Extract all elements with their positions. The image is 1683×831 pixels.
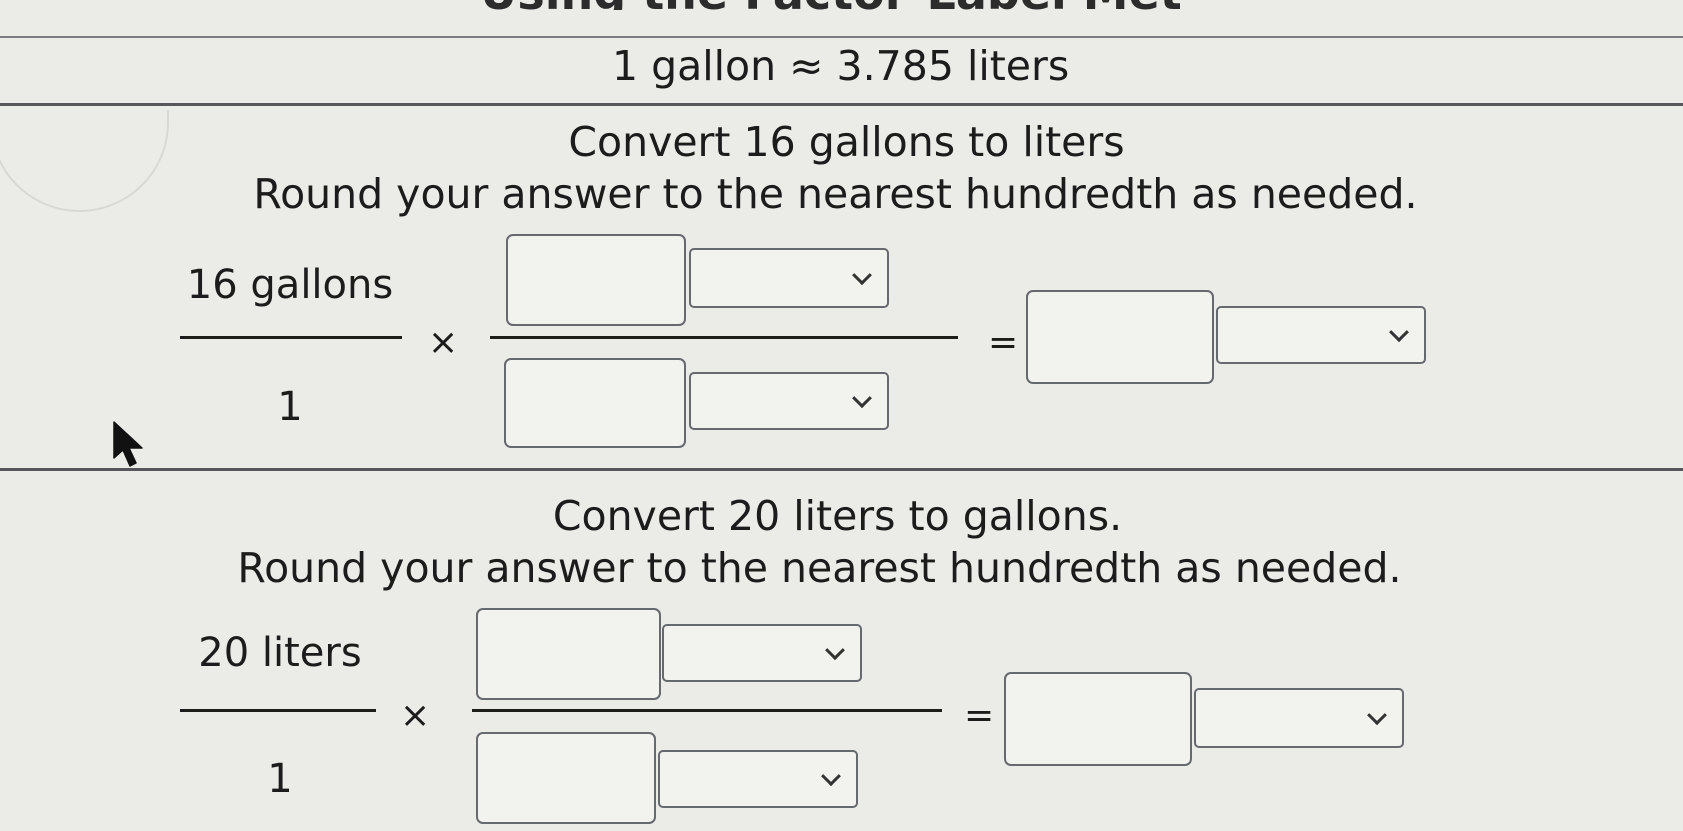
problem2-factor-numerator-unit-dropdown[interactable]	[662, 624, 862, 682]
problem2-given-denominator: 1	[267, 756, 293, 802]
problem1-factor-denominator-input[interactable]	[504, 358, 686, 448]
problem1-factor-numerator-unit-dropdown[interactable]	[689, 248, 889, 308]
chevron-down-icon	[852, 388, 872, 409]
problem2-given-numerator: 20 liters	[198, 630, 362, 676]
mouse-pointer-icon	[113, 421, 143, 467]
problem2-answer-unit-dropdown[interactable]	[1194, 688, 1404, 748]
chevron-down-icon	[1389, 322, 1409, 343]
divider	[0, 103, 1683, 106]
problem1-factor-denominator-unit-dropdown[interactable]	[689, 372, 889, 430]
chevron-down-icon	[1367, 705, 1387, 726]
divider	[0, 36, 1683, 38]
problem1-given-fraction-bar	[180, 336, 402, 339]
problem1-factor-fraction-bar	[490, 336, 958, 339]
problem2-factor-denominator-input[interactable]	[476, 732, 656, 824]
page-title-cutoff: Using the Factor-Label Method	[480, 0, 1180, 10]
problem2-factor-denominator-unit-dropdown[interactable]	[658, 750, 858, 808]
problem2-prompt: Convert 20 liters to gallons.	[552, 492, 1123, 540]
problem1-prompt: Convert 16 gallons to liters	[568, 118, 1125, 166]
problem1-answer-input[interactable]	[1026, 290, 1214, 384]
chevron-down-icon	[825, 640, 845, 661]
chevron-down-icon	[821, 766, 841, 787]
problem1-answer-unit-dropdown[interactable]	[1216, 306, 1426, 364]
problem2-times-sign: ×	[400, 695, 431, 736]
problem1-given-denominator: 1	[277, 384, 303, 430]
chevron-down-icon	[852, 265, 872, 286]
divider	[0, 468, 1683, 471]
problem1-equals-sign: =	[988, 322, 1019, 363]
problem1-factor-numerator-input[interactable]	[506, 234, 686, 326]
conversion-reference: 1 gallon ≈ 3.785 liters	[612, 42, 1070, 90]
problem2-given-fraction-bar	[180, 709, 376, 712]
problem2-factor-numerator-input[interactable]	[476, 608, 661, 700]
problem1-given-numerator: 16 gallons	[186, 262, 394, 308]
problem2-answer-input[interactable]	[1004, 672, 1192, 766]
problem2-equals-sign: =	[964, 695, 995, 736]
problem1-times-sign: ×	[428, 322, 459, 363]
problem2-factor-fraction-bar	[472, 709, 942, 712]
problem2-instruction: Round your answer to the nearest hundred…	[237, 544, 1402, 592]
problem1-instruction: Round your answer to the nearest hundred…	[253, 170, 1418, 218]
